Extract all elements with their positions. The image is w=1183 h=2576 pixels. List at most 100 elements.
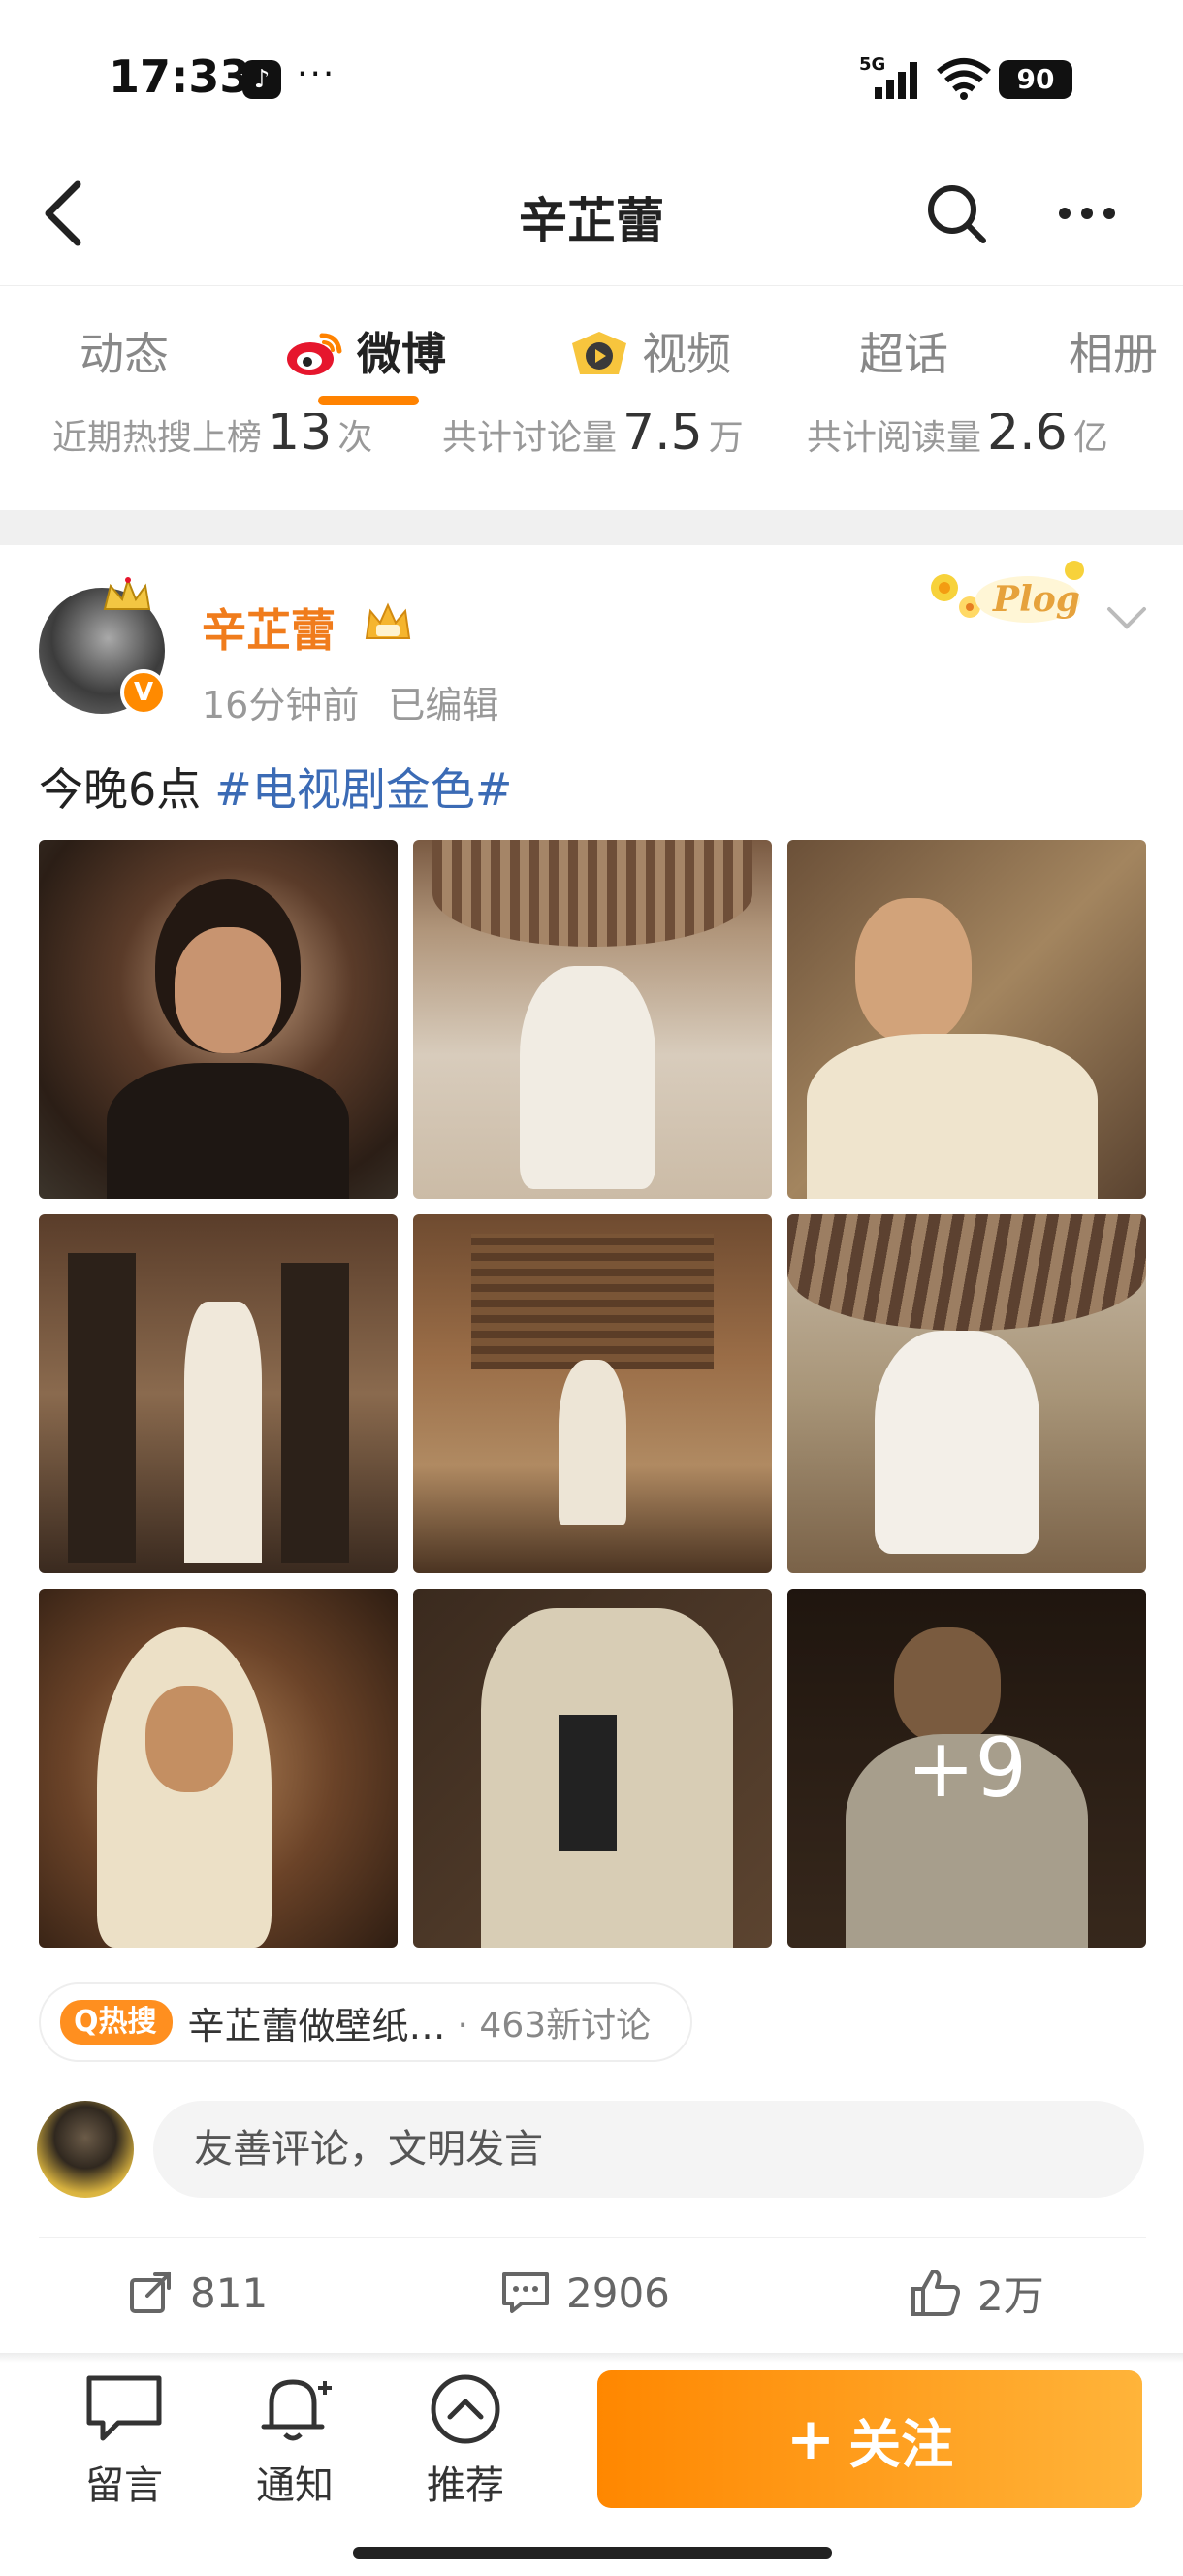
figure-body [875,1331,1039,1554]
tab-label: 动态 [80,328,169,380]
status-time: 17:33 [109,50,251,103]
tab-label: 超话 [859,328,948,380]
stat-reads: 共计阅读量 2.6 亿 [807,413,1108,462]
image-soldier [281,1263,349,1563]
home-indicator[interactable] [353,2547,832,2559]
tab-video[interactable]: 视频 [568,325,731,383]
figure-body [520,966,655,1189]
section-divider [0,510,1183,545]
plog-sticker-icon: Plog [931,561,1084,623]
post-image[interactable]: +9 [787,1589,1146,1948]
figure-body [184,1302,262,1563]
stat-unit: 万 [708,418,744,458]
profile-tabs: 动态 微博 视频 超话 相册 [0,285,1183,421]
tab-label: 相册 [1069,328,1158,380]
image-grid: +9 [39,840,1146,1948]
page-title: 辛芷蕾 [519,193,664,249]
repost-count: 811 [190,2269,269,2317]
figure-face [145,1686,233,1792]
figure-face [855,898,972,1044]
thumbs-up-icon [911,2270,960,2316]
image-umbrella [432,840,752,947]
video-play-icon [572,332,626,374]
weibo-logo-icon [287,333,342,375]
search-icon[interactable] [923,180,991,248]
stat-unit: 次 [337,418,373,458]
image-gate [471,1234,714,1369]
post-edited-label: 已编辑 [388,684,499,726]
more-icon[interactable] [1053,184,1121,242]
tab-label: 微博 [357,328,446,380]
post-image[interactable] [413,1589,772,1948]
stat-hot-search: 近期热搜上榜 13 次 [52,413,372,462]
hot-search-count: · 463新讨论 [457,2006,652,2045]
figure-body [559,1360,626,1525]
active-tab-indicator [318,396,419,405]
post-image[interactable] [413,840,772,1199]
stat-discussion: 共计讨论量 7.5 万 [442,413,744,462]
status-bar: 17:33 ♪ ··· 5G 90 [0,0,1183,155]
hot-search-topic: 辛芷蕾做壁纸… [187,2004,446,2047]
stat-label: 近期热搜上榜 [52,418,263,458]
post-image[interactable] [413,1214,772,1573]
tab-album[interactable]: 相册 [1069,325,1158,383]
comment-input[interactable] [153,2101,1144,2198]
repost-icon [130,2272,171,2313]
author-name[interactable]: 辛芷蕾 [202,596,336,660]
message-icon [86,2375,162,2441]
post-time: 16分钟前 [202,684,360,726]
stats-row: 近期热搜上榜 13 次 共计讨论量 7.5 万 共计阅读量 2.6 亿 [0,413,1183,467]
stat-label: 共计讨论量 [442,418,618,458]
notify-label: 通知 [256,2463,334,2508]
hot-search-badge: Q热搜 [60,2000,173,2045]
tab-dongtai[interactable]: 动态 [80,325,169,383]
avatar-decoration-icon [103,576,151,610]
hot-search-pill[interactable]: Q热搜 辛芷蕾做壁纸… · 463新讨论 [39,1982,692,2062]
comment-button[interactable]: 2906 [500,2264,670,2322]
figure-sash [559,1715,617,1851]
more-images-count[interactable]: +9 [787,1589,1146,1948]
vip-crown-icon[interactable] [361,599,415,646]
post-image[interactable] [39,840,398,1199]
user-avatar [37,2101,134,2198]
message-button[interactable]: 留言 [66,2372,182,2510]
post-meta: 16分钟前 已编辑 [202,675,498,728]
stat-unit: 亿 [1072,418,1108,458]
recommend-button[interactable]: 推荐 [407,2372,524,2510]
like-button[interactable]: 2万 [910,2264,1044,2322]
post-image[interactable] [39,1589,398,1948]
tab-weibo[interactable]: 微博 [283,325,446,383]
post-image[interactable] [787,840,1146,1199]
post-image[interactable] [39,1214,398,1573]
search-mini-icon: Q [74,2005,99,2039]
sticker-text: Plog [992,579,1080,620]
stat-label: 共计阅读量 [807,418,982,458]
tiktok-icon: ♪ [242,60,281,99]
wifi-icon [937,58,991,100]
cellular-signal-icon: 5G [859,54,917,99]
image-umbrella [787,1214,1146,1331]
repost-button[interactable]: 811 [126,2264,268,2322]
topic-link[interactable]: #电视剧金色# [214,763,512,816]
battery-indicator: 90 [999,60,1072,99]
comment-count: 2906 [566,2269,670,2317]
like-count: 2万 [977,2271,1044,2320]
post-image[interactable] [787,1214,1146,1573]
follow-button[interactable]: + 关注 [597,2370,1142,2508]
post-body: 今晚6点 [39,763,202,816]
stat-value: 7.5 [623,413,703,462]
notify-button[interactable]: 通知 [237,2372,353,2510]
figure-body [807,1034,1098,1199]
status-dots: ··· [297,54,336,94]
tab-chaohua[interactable]: 超话 [859,325,948,383]
divider [39,2237,1146,2238]
post-text: 今晚6点 #电视剧金色# [39,755,512,819]
recommend-label: 推荐 [427,2463,504,2508]
follow-label: 关注 [848,2413,954,2475]
chevron-down-icon[interactable] [1103,601,1150,636]
network-label: 5G [859,54,885,75]
image-soldier [68,1253,136,1563]
bell-plus-icon [261,2379,332,2441]
hot-badge-label: 热搜 [98,2005,157,2039]
verified-badge: V [120,669,167,716]
